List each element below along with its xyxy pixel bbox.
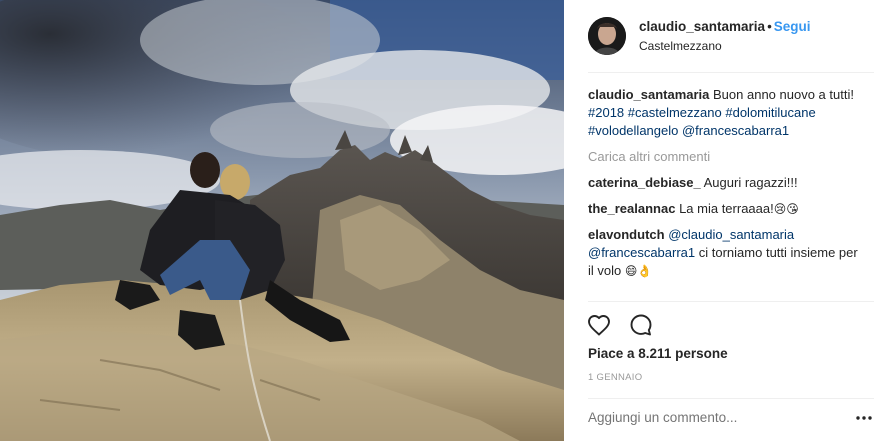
hashtag-link[interactable]: #dolomitilucane <box>725 105 815 120</box>
username-link[interactable]: claudio_santamaria <box>639 19 765 34</box>
header-top-line: claudio_santamaria • Segui <box>639 18 811 36</box>
comment-emoji: 😄👌 <box>624 264 653 278</box>
follow-button[interactable]: Segui <box>774 19 811 34</box>
location-link[interactable]: Castelmezzano <box>639 37 811 55</box>
post-date[interactable]: 1 GENNAIO <box>588 372 642 383</box>
comment-item: caterina_debiase_ Auguri ragazzi!!! <box>588 174 858 192</box>
post-side-panel: claudio_santamaria • Segui Castelmezzano c… <box>564 0 874 441</box>
header-text: claudio_santamaria • Segui Castelmezzano <box>639 18 811 55</box>
hashtag-link[interactable]: #volodellangelo <box>588 123 678 138</box>
more-options-button[interactable] <box>854 408 874 428</box>
comment-text: La mia terraaaa! <box>679 201 774 216</box>
comments-section: claudio_santamaria Buon anno nuovo a tut… <box>588 86 858 288</box>
comment-author-link[interactable]: elavondutch <box>588 227 665 242</box>
heart-icon <box>588 315 610 336</box>
caption-text: Buon anno nuovo a tutti! <box>713 87 854 102</box>
mention-link[interactable]: @claudio_santamaria <box>668 227 794 242</box>
divider <box>588 301 874 302</box>
caption-author-link[interactable]: claudio_santamaria <box>588 87 709 102</box>
post-photo[interactable] <box>0 0 564 441</box>
avatar-image <box>588 17 626 55</box>
post-actions <box>586 312 670 338</box>
post-photo-image <box>0 0 564 441</box>
mention-link[interactable]: @francescabarra1 <box>682 123 789 138</box>
ellipsis-icon <box>856 416 872 420</box>
comment-author-link[interactable]: caterina_debiase_ <box>588 175 701 190</box>
load-more-comments-button[interactable]: Carica altri commenti <box>588 148 858 166</box>
separator-dot: • <box>767 18 772 34</box>
hashtag-link[interactable]: #2018 <box>588 105 624 120</box>
comment-item: the_realannac La mia terraaaa!😢😘 <box>588 200 858 218</box>
comment-author-link[interactable]: the_realannac <box>588 201 675 216</box>
post-header: claudio_santamaria • Segui Castelmezzano <box>588 14 874 58</box>
caption: claudio_santamaria Buon anno nuovo a tut… <box>588 86 858 140</box>
comment-bubble-icon <box>630 314 652 336</box>
like-button[interactable] <box>586 312 612 338</box>
comment-text: Auguri ragazzi!!! <box>703 175 798 190</box>
comment-item: elavondutch @claudio_santamaria @frances… <box>588 226 858 280</box>
add-comment-input[interactable] <box>588 410 828 425</box>
mention-link[interactable]: @francescabarra1 <box>588 245 695 260</box>
hashtag-link[interactable]: #castelmezzano <box>628 105 722 120</box>
likes-count[interactable]: Piace a 8.211 persone <box>588 346 728 361</box>
divider <box>588 398 874 399</box>
comment-button[interactable] <box>628 312 654 338</box>
comment-emoji: 😢😘 <box>773 202 799 216</box>
avatar[interactable] <box>588 17 626 55</box>
divider <box>588 72 874 73</box>
